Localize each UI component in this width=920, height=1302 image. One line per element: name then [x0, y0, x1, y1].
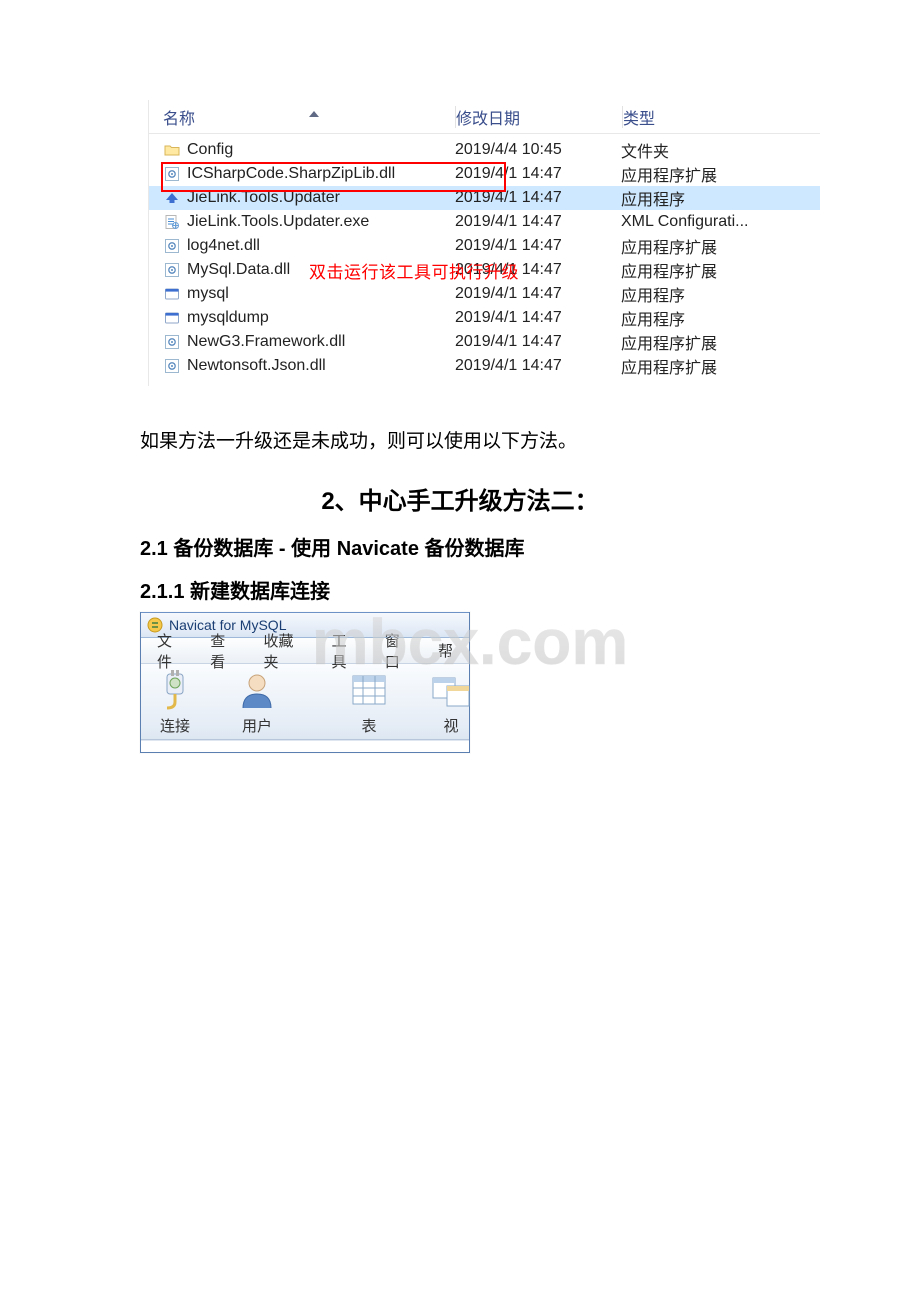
file-type: 文件夹: [621, 138, 781, 162]
heading-3: 2.1.1 新建数据库连接: [140, 575, 780, 604]
navicat-clientarea: [141, 740, 469, 752]
dll-icon: [163, 333, 181, 351]
file-name: Newtonsoft.Json.dll: [187, 357, 326, 375]
config-icon: [163, 213, 181, 231]
file-row[interactable]: Config 2019/4/4 10:45文件夹: [149, 138, 820, 162]
file-date: 2019/4/1 14:47: [455, 189, 621, 207]
view-icon: [429, 668, 473, 712]
file-date: 2019/4/1 14:47: [455, 309, 621, 327]
file-date: 2019/4/1 14:47: [455, 357, 621, 375]
heading-2: 2.1 备份数据库 - 使用 Navicate 备份数据库: [140, 532, 780, 561]
file-type: XML Configurati...: [621, 213, 781, 231]
annotation-text: 双击运行该工具可执行升级: [309, 258, 519, 283]
exe-icon: [163, 309, 181, 327]
file-type: 应用程序扩展: [621, 330, 781, 354]
file-row[interactable]: NewG3.Framework.dll 2019/4/1 14:47应用程序扩展: [149, 330, 820, 354]
file-type: 应用程序: [621, 306, 781, 330]
dll-icon: [163, 357, 181, 375]
file-type: 应用程序: [621, 186, 781, 210]
column-header-type[interactable]: 类型: [623, 105, 783, 129]
file-type: 应用程序扩展: [621, 354, 781, 378]
sort-asc-icon: [309, 111, 319, 117]
heading-1: 2、中心手工升级方法二：: [140, 481, 780, 516]
file-date: 2019/4/1 14:47: [455, 285, 621, 303]
file-name: NewG3.Framework.dll: [187, 333, 345, 351]
file-row[interactable]: JieLink.Tools.Updater.exe 2019/4/1 14:47X…: [149, 210, 820, 234]
file-name: MySql.Data.dll: [187, 261, 290, 279]
navicat-window: Navicat for MySQL 文件查看收藏夹工具窗口帮 连接用户表视: [140, 612, 470, 753]
file-name: JieLink.Tools.Updater: [187, 189, 340, 207]
toolbar-button-用户[interactable]: 用户: [231, 664, 283, 740]
file-date: 2019/4/4 10:45: [455, 141, 621, 159]
column-header-date[interactable]: 修改日期: [456, 105, 622, 129]
file-explorer: 名称 修改日期 类型 双击运行该工具可执行升级 Config 2019/4/4 1…: [148, 100, 820, 386]
column-header-name[interactable]: 名称: [149, 105, 455, 129]
file-explorer-header[interactable]: 名称 修改日期 类型: [149, 100, 820, 134]
file-row[interactable]: mysqldump 2019/4/1 14:47应用程序: [149, 306, 820, 330]
file-type: 应用程序扩展: [621, 258, 781, 282]
plug-icon: [153, 668, 197, 712]
file-date: 2019/4/1 14:47: [455, 213, 621, 231]
navicat-menubar: 文件查看收藏夹工具窗口帮: [141, 638, 469, 664]
dll-icon: [163, 261, 181, 279]
file-name: ICSharpCode.SharpZipLib.dll: [187, 165, 395, 183]
toolbar-label: 视: [443, 715, 458, 736]
exe-icon: [163, 285, 181, 303]
menu-item[interactable]: 帮: [426, 638, 465, 663]
user-icon: [235, 668, 279, 712]
navicat-toolbar: 连接 用户 表 视: [141, 664, 469, 740]
file-row[interactable]: JieLink.Tools.Updater 2019/4/1 14:47应用程序: [149, 186, 820, 210]
file-type: 应用程序扩展: [621, 162, 781, 186]
toolbar-label: 连接: [160, 715, 190, 736]
toolbar-label: 表: [361, 715, 376, 736]
updater-icon: [163, 189, 181, 207]
folder-icon: [163, 141, 181, 159]
file-date: 2019/4/1 14:47: [455, 237, 621, 255]
table-icon: [347, 668, 391, 712]
file-name: log4net.dll: [187, 237, 260, 255]
file-name: JieLink.Tools.Updater.exe: [187, 213, 369, 231]
dll-icon: [163, 237, 181, 255]
file-name: mysql: [187, 285, 229, 303]
toolbar-label: 用户: [242, 715, 272, 736]
file-row[interactable]: Newtonsoft.Json.dll 2019/4/1 14:47应用程序扩展: [149, 354, 820, 378]
file-name: Config: [187, 141, 233, 159]
file-row[interactable]: ICSharpCode.SharpZipLib.dll 2019/4/1 14:4…: [149, 162, 820, 186]
file-type: 应用程序扩展: [621, 234, 781, 258]
file-row[interactable]: mysql 2019/4/1 14:47应用程序: [149, 282, 820, 306]
toolbar-button-连接[interactable]: 连接: [149, 664, 201, 740]
dll-icon: [163, 165, 181, 183]
file-type: 应用程序: [621, 282, 781, 306]
toolbar-button-视[interactable]: 视: [425, 664, 477, 740]
file-row[interactable]: log4net.dll 2019/4/1 14:47应用程序扩展: [149, 234, 820, 258]
toolbar-button-表[interactable]: 表: [343, 664, 395, 740]
paragraph: 如果方法一升级还是未成功，则可以使用以下方法。: [140, 426, 780, 453]
file-name: mysqldump: [187, 309, 269, 327]
file-date: 2019/4/1 14:47: [455, 165, 621, 183]
file-date: 2019/4/1 14:47: [455, 333, 621, 351]
